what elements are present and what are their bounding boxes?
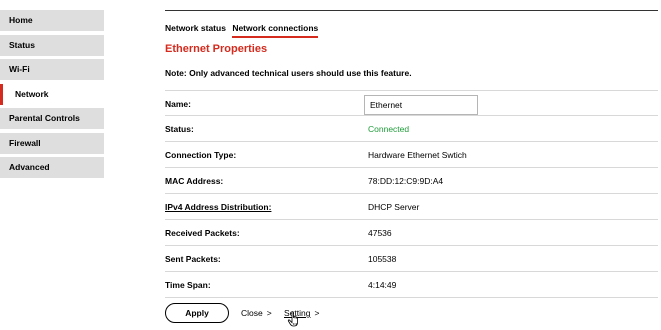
time-span-value: 4:14:49 — [368, 280, 397, 290]
name-input[interactable] — [364, 95, 478, 115]
property-row-sent-packets: Sent Packets: 105538 — [165, 246, 658, 272]
connection-type-label: Connection Type: — [165, 150, 237, 160]
property-row-time-span: Time Span: 4:14:49 — [165, 272, 658, 298]
received-packets-value: 47536 — [368, 228, 392, 238]
apply-button[interactable]: Apply — [165, 303, 229, 323]
sidebar-item-firewall[interactable]: Firewall — [0, 132, 104, 154]
status-value: Connected — [368, 124, 410, 134]
status-label: Status: — [165, 124, 194, 134]
chevron-right-icon: > — [266, 308, 272, 318]
property-row-received-packets: Received Packets: 47536 — [165, 220, 658, 246]
ipv4-distribution-link[interactable]: IPv4 Address Distribution: — [165, 194, 271, 220]
property-row-mac-address: MAC Address: 78:DD:12:C9:9D:A4 — [165, 168, 658, 194]
tab-network-status[interactable]: Network status — [165, 22, 226, 38]
sidebar-item-home[interactable]: Home — [0, 10, 104, 31]
sidebar-item-advanced[interactable]: Advanced — [0, 157, 104, 178]
sidebar-item-network[interactable]: Network — [0, 83, 104, 105]
sidebar: Home Status Wi-Fi Network Parental Contr… — [0, 10, 104, 182]
main-content: Network status Network connections Ether… — [165, 0, 658, 330]
top-divider — [165, 10, 658, 11]
sent-packets-value: 105538 — [368, 254, 397, 264]
mac-address-value: 78:DD:12:C9:9D:A4 — [368, 176, 444, 186]
sidebar-item-parental-controls[interactable]: Parental Controls — [0, 108, 104, 129]
close-link[interactable]: Close > — [241, 303, 272, 323]
advanced-users-note: Note: Only advanced technical users shou… — [165, 68, 412, 78]
connection-type-value: Hardware Ethernet Swtich — [368, 150, 467, 160]
page-title: Ethernet Properties — [165, 43, 268, 55]
sent-packets-label: Sent Packets: — [165, 254, 221, 264]
chevron-right-icon: > — [314, 308, 320, 318]
received-packets-label: Received Packets: — [165, 228, 240, 238]
property-row-connection-type: Connection Type: Hardware Ethernet Swtic… — [165, 142, 658, 168]
sidebar-item-status[interactable]: Status — [0, 34, 104, 56]
sidebar-item-wifi[interactable]: Wi-Fi — [0, 59, 104, 80]
property-row-ipv4-distribution: IPv4 Address Distribution: DHCP Server — [165, 194, 658, 220]
tab-bar: Network status Network connections — [165, 22, 322, 38]
ipv4-distribution-value: DHCP Server — [368, 202, 420, 212]
hand-pointer-icon — [287, 311, 298, 327]
time-span-label: Time Span: — [165, 280, 211, 290]
mac-address-label: MAC Address: — [165, 176, 224, 186]
properties-table: Name: Status: Connected Connection Type:… — [165, 90, 658, 298]
name-label: Name: — [165, 99, 191, 109]
close-label: Close — [241, 308, 263, 318]
tab-network-connections[interactable]: Network connections — [232, 22, 319, 38]
property-row-status: Status: Connected — [165, 116, 658, 142]
property-row-name: Name: — [165, 90, 658, 116]
